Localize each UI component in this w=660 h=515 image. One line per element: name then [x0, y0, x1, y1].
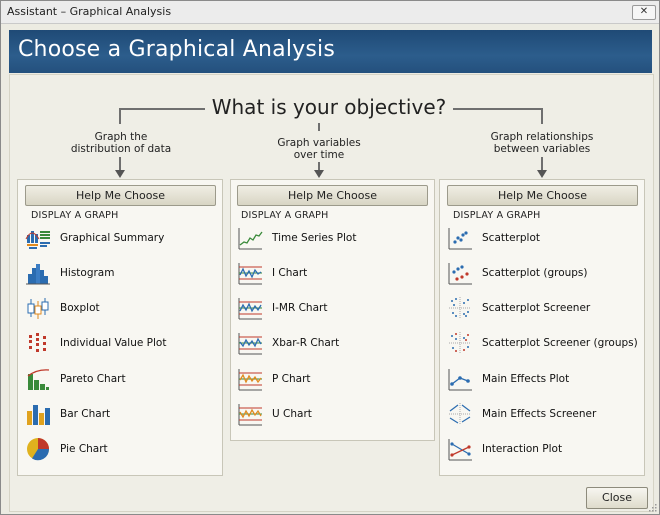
connector-right-h	[453, 108, 543, 110]
boxplot-option[interactable]: Boxplot	[25, 295, 100, 321]
u-chart-label: U Chart	[272, 408, 312, 420]
interaction-plot-icon	[448, 439, 472, 461]
column-heading-relationships: Graph relationships between variables	[490, 131, 594, 155]
main-effects-plot-icon	[448, 369, 472, 391]
xbar-r-chart-option[interactable]: Xbar-R Chart	[237, 330, 339, 356]
close-button[interactable]: Close	[586, 487, 648, 509]
scatterplot-screener-groups-option[interactable]: Scatterplot Screener (groups)	[447, 330, 638, 356]
display-graph-label: DISPLAY A GRAPH	[241, 210, 329, 221]
bar-chart-option[interactable]: Bar Chart	[25, 401, 110, 427]
u-chart-option[interactable]: U Chart	[237, 401, 312, 427]
i-chart-option[interactable]: I Chart	[237, 260, 307, 286]
display-graph-label: DISPLAY A GRAPH	[453, 210, 541, 221]
i-mr-chart-option[interactable]: I-MR Chart	[237, 295, 327, 321]
pareto-chart-label: Pareto Chart	[60, 373, 126, 385]
pareto-chart-option[interactable]: Pareto Chart	[25, 366, 126, 392]
main-effects-screener-label: Main Effects Screener	[482, 408, 597, 420]
help-me-choose-button-time[interactable]: Help Me Choose	[237, 185, 428, 206]
u-chart-icon	[238, 404, 262, 426]
graphical-summary-icon	[25, 231, 50, 249]
arrow-stem-right	[541, 157, 543, 171]
main-effects-screener-option[interactable]: Main Effects Screener	[447, 401, 596, 427]
p-chart-icon	[238, 369, 262, 391]
i-mr-chart-label: I-MR Chart	[272, 302, 328, 314]
individual-value-plot-label: Individual Value Plot	[60, 337, 167, 349]
time-series-plot-option[interactable]: Time Series Plot	[237, 225, 356, 251]
scatterplot-groups-icon	[448, 263, 472, 285]
scatterplot-groups-label: Scatterplot (groups)	[482, 267, 588, 279]
window-title: Assistant – Graphical Analysis	[7, 5, 172, 18]
arrow-stem-left	[119, 157, 121, 171]
xbar-r-chart-icon	[238, 333, 262, 355]
down-arrow-icon	[314, 170, 324, 178]
connector-left-v	[119, 108, 121, 124]
graphical-summary-option[interactable]: Graphical Summary	[25, 225, 164, 251]
time-series-plot-label: Time Series Plot	[272, 232, 357, 244]
histogram-option[interactable]: Histogram	[25, 260, 114, 286]
connector-center-v	[318, 123, 320, 131]
i-chart-label: I Chart	[272, 267, 308, 279]
interaction-plot-option[interactable]: Interaction Plot	[447, 436, 562, 462]
connector-right-v	[541, 108, 543, 124]
scatterplot-option[interactable]: Scatterplot	[447, 225, 540, 251]
help-me-choose-button-relationships[interactable]: Help Me Choose	[447, 185, 638, 206]
pareto-chart-icon	[27, 369, 50, 390]
title-bar: Assistant – Graphical Analysis ✕	[1, 1, 659, 24]
i-chart-icon	[238, 263, 262, 285]
objective-question: What is your objective?	[211, 95, 447, 119]
histogram-label: Histogram	[60, 267, 115, 279]
bar-chart-label: Bar Chart	[60, 408, 111, 420]
scatterplot-groups-option[interactable]: Scatterplot (groups)	[447, 260, 588, 286]
interaction-plot-label: Interaction Plot	[482, 443, 563, 455]
display-graph-label: DISPLAY A GRAPH	[31, 210, 119, 221]
pie-chart-option[interactable]: Pie Chart	[25, 436, 108, 462]
p-chart-label: P Chart	[272, 373, 311, 385]
down-arrow-icon	[537, 170, 547, 178]
scatterplot-screener-label: Scatterplot Screener	[482, 302, 591, 314]
individual-value-plot-icon	[29, 333, 46, 352]
relationships-panel	[439, 179, 645, 476]
scatterplot-label: Scatterplot	[482, 232, 541, 244]
p-chart-option[interactable]: P Chart	[237, 366, 311, 392]
column-heading-time: Graph variables over time	[277, 137, 361, 161]
scatterplot-screener-groups-label: Scatterplot Screener (groups)	[482, 337, 638, 349]
column-heading-distribution: Graph the distribution of data	[70, 131, 172, 155]
scatterplot-screener-groups-icon	[449, 332, 471, 354]
header-banner: Choose a Graphical Analysis	[9, 30, 652, 73]
individual-value-plot-option[interactable]: Individual Value Plot	[25, 330, 166, 356]
assistant-window: Assistant – Graphical Analysis ✕ Choose …	[0, 0, 660, 515]
distribution-panel	[17, 179, 223, 476]
page-title: Choose a Graphical Analysis	[18, 37, 336, 62]
pie-chart-label: Pie Chart	[60, 443, 108, 455]
histogram-icon	[26, 264, 50, 285]
resize-grip-icon[interactable]	[647, 504, 657, 512]
main-effects-plot-label: Main Effects Plot	[482, 373, 570, 385]
main-effects-screener-icon	[449, 403, 471, 425]
xbar-r-chart-label: Xbar-R Chart	[272, 337, 340, 349]
boxplot-icon	[27, 298, 49, 319]
scatterplot-icon	[448, 228, 472, 250]
scatterplot-screener-icon	[449, 297, 471, 319]
bar-chart-icon	[27, 405, 50, 425]
main-effects-plot-option[interactable]: Main Effects Plot	[447, 366, 569, 392]
graphical-summary-label: Graphical Summary	[60, 232, 165, 244]
down-arrow-icon	[115, 170, 125, 178]
window-close-icon[interactable]: ✕	[632, 5, 656, 20]
scatterplot-screener-option[interactable]: Scatterplot Screener	[447, 295, 590, 321]
pie-chart-icon	[27, 438, 50, 461]
connector-left-h	[119, 108, 205, 110]
boxplot-label: Boxplot	[60, 302, 100, 314]
help-me-choose-button-distribution[interactable]: Help Me Choose	[25, 185, 216, 206]
time-series-plot-icon	[238, 228, 263, 250]
i-mr-chart-icon	[238, 298, 262, 320]
